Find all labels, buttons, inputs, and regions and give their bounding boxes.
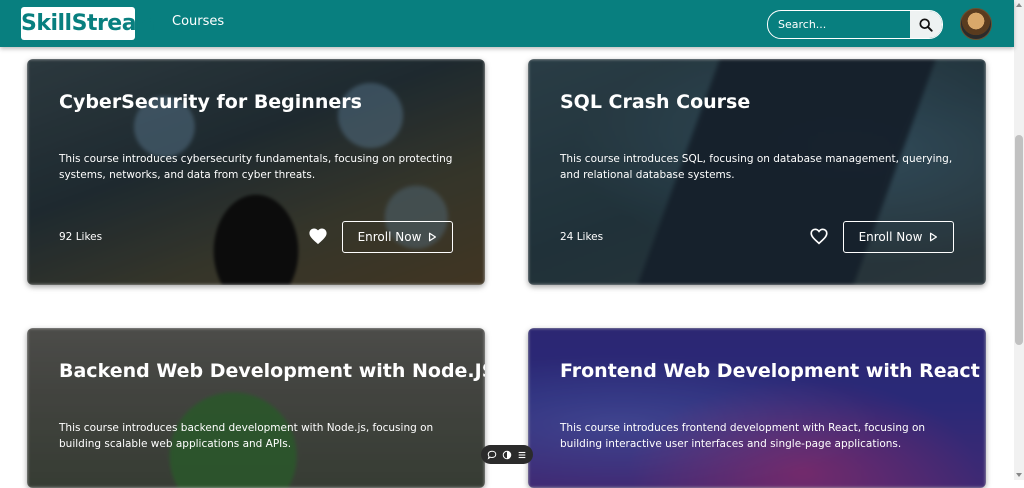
course-description: This course introduces cybersecurity fun… — [59, 153, 453, 181]
likes-count: 92 Likes — [59, 231, 103, 243]
like-button[interactable] — [307, 227, 329, 247]
search-button[interactable] — [910, 11, 942, 38]
page-scrollbar[interactable] — [1014, 0, 1024, 480]
search-icon — [919, 17, 933, 32]
course-title: CyberSecurity for Beginners — [59, 91, 362, 113]
enroll-label: Enroll Now — [858, 230, 923, 244]
course-card-nodejs: Backend Web Development with Node.JS Thi… — [27, 328, 485, 488]
course-description: This course introduces backend developme… — [59, 422, 434, 450]
likes-count: 24 Likes — [560, 231, 604, 243]
menu-icon — [518, 451, 525, 458]
course-title: Backend Web Development with Node.JS — [59, 360, 485, 382]
enroll-now-button[interactable]: Enroll Now — [342, 221, 453, 253]
floating-toolbar — [481, 445, 533, 464]
play-icon — [930, 232, 938, 242]
course-description: This course introduces frontend developm… — [560, 422, 926, 450]
scroll-thumb[interactable] — [1015, 135, 1023, 345]
logo[interactable]: SkillStream — [21, 7, 159, 40]
course-card-cybersecurity: CyberSecurity for Beginners This course … — [27, 59, 485, 285]
enroll-label: Enroll Now — [357, 230, 422, 244]
menu-button[interactable] — [516, 449, 528, 461]
search-input[interactable] — [768, 11, 908, 38]
course-title: Frontend Web Development with React — [560, 360, 980, 382]
heart-filled-icon — [309, 228, 327, 245]
play-icon — [429, 232, 437, 242]
scroll-up-icon[interactable] — [1016, 3, 1022, 7]
user-avatar[interactable] — [960, 8, 992, 40]
nav-link-courses[interactable]: Courses — [172, 14, 224, 29]
search-bar — [767, 10, 943, 39]
top-header: SkillStream Courses — [0, 0, 1014, 47]
course-description: This course introduces SQL, focusing on … — [560, 153, 953, 181]
toggle-icon — [502, 450, 512, 459]
like-button[interactable] — [808, 227, 830, 247]
scroll-down-icon[interactable] — [1016, 473, 1022, 477]
chat-icon — [488, 450, 497, 459]
toggle-button[interactable] — [501, 449, 513, 461]
course-title: SQL Crash Course — [560, 91, 751, 113]
chat-button[interactable] — [486, 449, 498, 461]
course-card-react: Frontend Web Development with React This… — [528, 328, 986, 488]
course-card-sql: SQL Crash Course This course introduces … — [528, 59, 986, 285]
heart-outline-icon — [810, 228, 828, 245]
enroll-now-button[interactable]: Enroll Now — [843, 221, 954, 253]
